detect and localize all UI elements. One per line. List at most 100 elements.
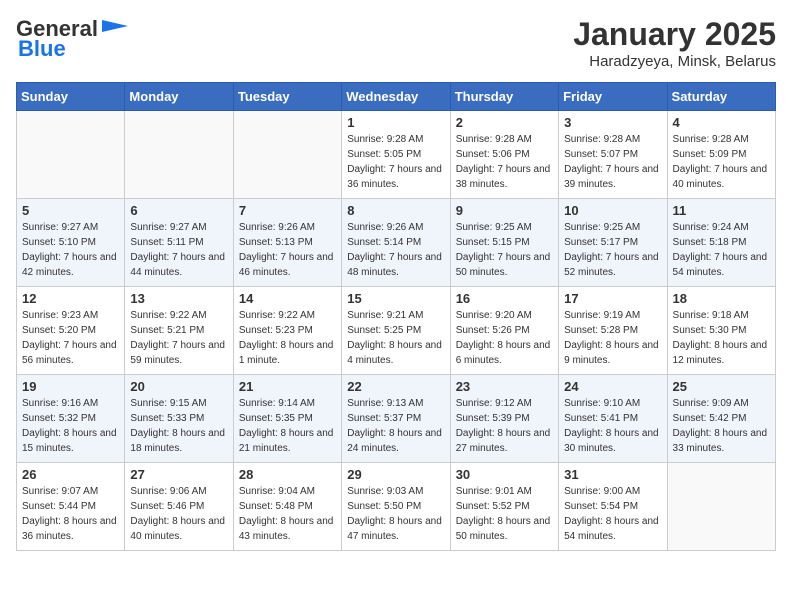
day-info: Sunrise: 9:13 AM Sunset: 5:37 PM Dayligh… xyxy=(347,396,444,456)
day-number: 12 xyxy=(22,291,119,306)
calendar-table: SundayMondayTuesdayWednesdayThursdayFrid… xyxy=(16,82,776,551)
logo-blue: Blue xyxy=(18,36,66,62)
calendar-week-row: 5Sunrise: 9:27 AM Sunset: 5:10 PM Daylig… xyxy=(17,199,776,287)
day-info: Sunrise: 9:25 AM Sunset: 5:17 PM Dayligh… xyxy=(564,220,661,280)
month-title: January 2025 xyxy=(573,16,776,53)
day-info: Sunrise: 9:21 AM Sunset: 5:25 PM Dayligh… xyxy=(347,308,444,368)
calendar-cell: 4Sunrise: 9:28 AM Sunset: 5:09 PM Daylig… xyxy=(667,111,775,199)
calendar-cell: 24Sunrise: 9:10 AM Sunset: 5:41 PM Dayli… xyxy=(559,375,667,463)
day-info: Sunrise: 9:28 AM Sunset: 5:07 PM Dayligh… xyxy=(564,132,661,192)
calendar-cell: 11 Sunrise: 9:24 AM Sunset: 5:18 PM Dayli… xyxy=(667,199,775,287)
calendar-cell: 6 Sunrise: 9:27 AM Sunset: 5:11 PM Daylig… xyxy=(125,199,233,287)
day-info: Sunrise: 9:24 AM Sunset: 5:18 PM Dayligh… xyxy=(673,220,770,280)
day-number: 7 xyxy=(239,203,336,218)
calendar-cell: 16 Sunrise: 9:20 AM Sunset: 5:26 PM Dayli… xyxy=(450,287,558,375)
logo-flag-icon xyxy=(100,18,132,36)
calendar-cell: 7 Sunrise: 9:26 AM Sunset: 5:13 PM Daylig… xyxy=(233,199,341,287)
day-number: 20 xyxy=(130,379,227,394)
day-number: 6 xyxy=(130,203,227,218)
day-number: 4 xyxy=(673,115,770,130)
calendar-cell: 12 Sunrise: 9:23 AM Sunset: 5:20 PM Dayli… xyxy=(17,287,125,375)
calendar-cell: 18 Sunrise: 9:18 AM Sunset: 5:30 PM Dayli… xyxy=(667,287,775,375)
calendar-cell xyxy=(233,111,341,199)
day-info: Sunrise: 9:19 AM Sunset: 5:28 PM Dayligh… xyxy=(564,308,661,368)
day-number: 30 xyxy=(456,467,553,482)
dow-header: Friday xyxy=(559,83,667,111)
calendar-cell xyxy=(17,111,125,199)
calendar-cell: 3 Sunrise: 9:28 AM Sunset: 5:07 PM Daylig… xyxy=(559,111,667,199)
calendar-week-row: 12 Sunrise: 9:23 AM Sunset: 5:20 PM Dayli… xyxy=(17,287,776,375)
day-number: 24 xyxy=(564,379,661,394)
calendar-cell: 10 Sunrise: 9:25 AM Sunset: 5:17 PM Dayli… xyxy=(559,199,667,287)
dow-header: Tuesday xyxy=(233,83,341,111)
day-info: Sunrise: 9:18 AM Sunset: 5:30 PM Dayligh… xyxy=(673,308,770,368)
day-number: 21 xyxy=(239,379,336,394)
calendar-cell: 17 Sunrise: 9:19 AM Sunset: 5:28 PM Dayli… xyxy=(559,287,667,375)
calendar-cell xyxy=(125,111,233,199)
day-info: Sunrise: 9:06 AM Sunset: 5:46 PM Dayligh… xyxy=(130,484,227,544)
day-number: 11 xyxy=(673,203,770,218)
dow-header: Monday xyxy=(125,83,233,111)
day-number: 25 xyxy=(673,379,770,394)
calendar-week-row: 19 Sunrise: 9:16 AM Sunset: 5:32 PM Dayli… xyxy=(17,375,776,463)
day-number: 19 xyxy=(22,379,119,394)
day-number: 26 xyxy=(22,467,119,482)
day-info: Sunrise: 9:23 AM Sunset: 5:20 PM Dayligh… xyxy=(22,308,119,368)
dow-header: Wednesday xyxy=(342,83,450,111)
day-number: 18 xyxy=(673,291,770,306)
logo: General Blue xyxy=(16,16,132,62)
day-number: 22 xyxy=(347,379,444,394)
calendar-cell: 28 Sunrise: 9:04 AM Sunset: 5:48 PM Dayli… xyxy=(233,463,341,551)
day-info: Sunrise: 9:00 AM Sunset: 5:54 PM Dayligh… xyxy=(564,484,661,544)
day-info: Sunrise: 9:28 AM Sunset: 5:06 PM Dayligh… xyxy=(456,132,553,192)
day-number: 3 xyxy=(564,115,661,130)
day-info: Sunrise: 9:15 AM Sunset: 5:33 PM Dayligh… xyxy=(130,396,227,456)
day-number: 13 xyxy=(130,291,227,306)
day-info: Sunrise: 9:01 AM Sunset: 5:52 PM Dayligh… xyxy=(456,484,553,544)
calendar-cell: 22 Sunrise: 9:13 AM Sunset: 5:37 PM Dayli… xyxy=(342,375,450,463)
days-of-week-row: SundayMondayTuesdayWednesdayThursdayFrid… xyxy=(17,83,776,111)
calendar-cell: 20 Sunrise: 9:15 AM Sunset: 5:33 PM Dayli… xyxy=(125,375,233,463)
day-number: 23 xyxy=(456,379,553,394)
day-info: Sunrise: 9:22 AM Sunset: 5:21 PM Dayligh… xyxy=(130,308,227,368)
page-header: General Blue January 2025 Haradzyeya, Mi… xyxy=(16,16,776,70)
day-number: 2 xyxy=(456,115,553,130)
day-number: 31 xyxy=(564,467,661,482)
calendar-cell: 23 Sunrise: 9:12 AM Sunset: 5:39 PM Dayli… xyxy=(450,375,558,463)
dow-header: Sunday xyxy=(17,83,125,111)
calendar-cell: 14 Sunrise: 9:22 AM Sunset: 5:23 PM Dayli… xyxy=(233,287,341,375)
calendar-body: 1Sunrise: 9:28 AM Sunset: 5:05 PM Daylig… xyxy=(17,111,776,551)
title-block: January 2025 Haradzyeya, Minsk, Belarus xyxy=(573,16,776,70)
day-number: 8 xyxy=(347,203,444,218)
day-number: 16 xyxy=(456,291,553,306)
day-number: 10 xyxy=(564,203,661,218)
day-number: 27 xyxy=(130,467,227,482)
day-number: 28 xyxy=(239,467,336,482)
calendar-cell: 5Sunrise: 9:27 AM Sunset: 5:10 PM Daylig… xyxy=(17,199,125,287)
dow-header: Saturday xyxy=(667,83,775,111)
day-info: Sunrise: 9:26 AM Sunset: 5:14 PM Dayligh… xyxy=(347,220,444,280)
location: Haradzyeya, Minsk, Belarus xyxy=(573,53,776,70)
calendar-cell: 30 Sunrise: 9:01 AM Sunset: 5:52 PM Dayli… xyxy=(450,463,558,551)
day-info: Sunrise: 9:27 AM Sunset: 5:11 PM Dayligh… xyxy=(130,220,227,280)
calendar-cell: 26Sunrise: 9:07 AM Sunset: 5:44 PM Dayli… xyxy=(17,463,125,551)
day-info: Sunrise: 9:22 AM Sunset: 5:23 PM Dayligh… xyxy=(239,308,336,368)
day-info: Sunrise: 9:12 AM Sunset: 5:39 PM Dayligh… xyxy=(456,396,553,456)
calendar-cell: 15 Sunrise: 9:21 AM Sunset: 5:25 PM Dayli… xyxy=(342,287,450,375)
calendar-cell: 25Sunrise: 9:09 AM Sunset: 5:42 PM Dayli… xyxy=(667,375,775,463)
day-info: Sunrise: 9:20 AM Sunset: 5:26 PM Dayligh… xyxy=(456,308,553,368)
day-info: Sunrise: 9:04 AM Sunset: 5:48 PM Dayligh… xyxy=(239,484,336,544)
day-number: 14 xyxy=(239,291,336,306)
calendar-cell: 31 Sunrise: 9:00 AM Sunset: 5:54 PM Dayli… xyxy=(559,463,667,551)
day-info: Sunrise: 9:16 AM Sunset: 5:32 PM Dayligh… xyxy=(22,396,119,456)
day-info: Sunrise: 9:26 AM Sunset: 5:13 PM Dayligh… xyxy=(239,220,336,280)
calendar-cell: 21Sunrise: 9:14 AM Sunset: 5:35 PM Dayli… xyxy=(233,375,341,463)
day-info: Sunrise: 9:28 AM Sunset: 5:05 PM Dayligh… xyxy=(347,132,444,192)
calendar-cell: 1Sunrise: 9:28 AM Sunset: 5:05 PM Daylig… xyxy=(342,111,450,199)
calendar-week-row: 26Sunrise: 9:07 AM Sunset: 5:44 PM Dayli… xyxy=(17,463,776,551)
day-number: 15 xyxy=(347,291,444,306)
calendar-cell: 27 Sunrise: 9:06 AM Sunset: 5:46 PM Dayli… xyxy=(125,463,233,551)
calendar-cell: 9Sunrise: 9:25 AM Sunset: 5:15 PM Daylig… xyxy=(450,199,558,287)
day-number: 17 xyxy=(564,291,661,306)
day-info: Sunrise: 9:27 AM Sunset: 5:10 PM Dayligh… xyxy=(22,220,119,280)
